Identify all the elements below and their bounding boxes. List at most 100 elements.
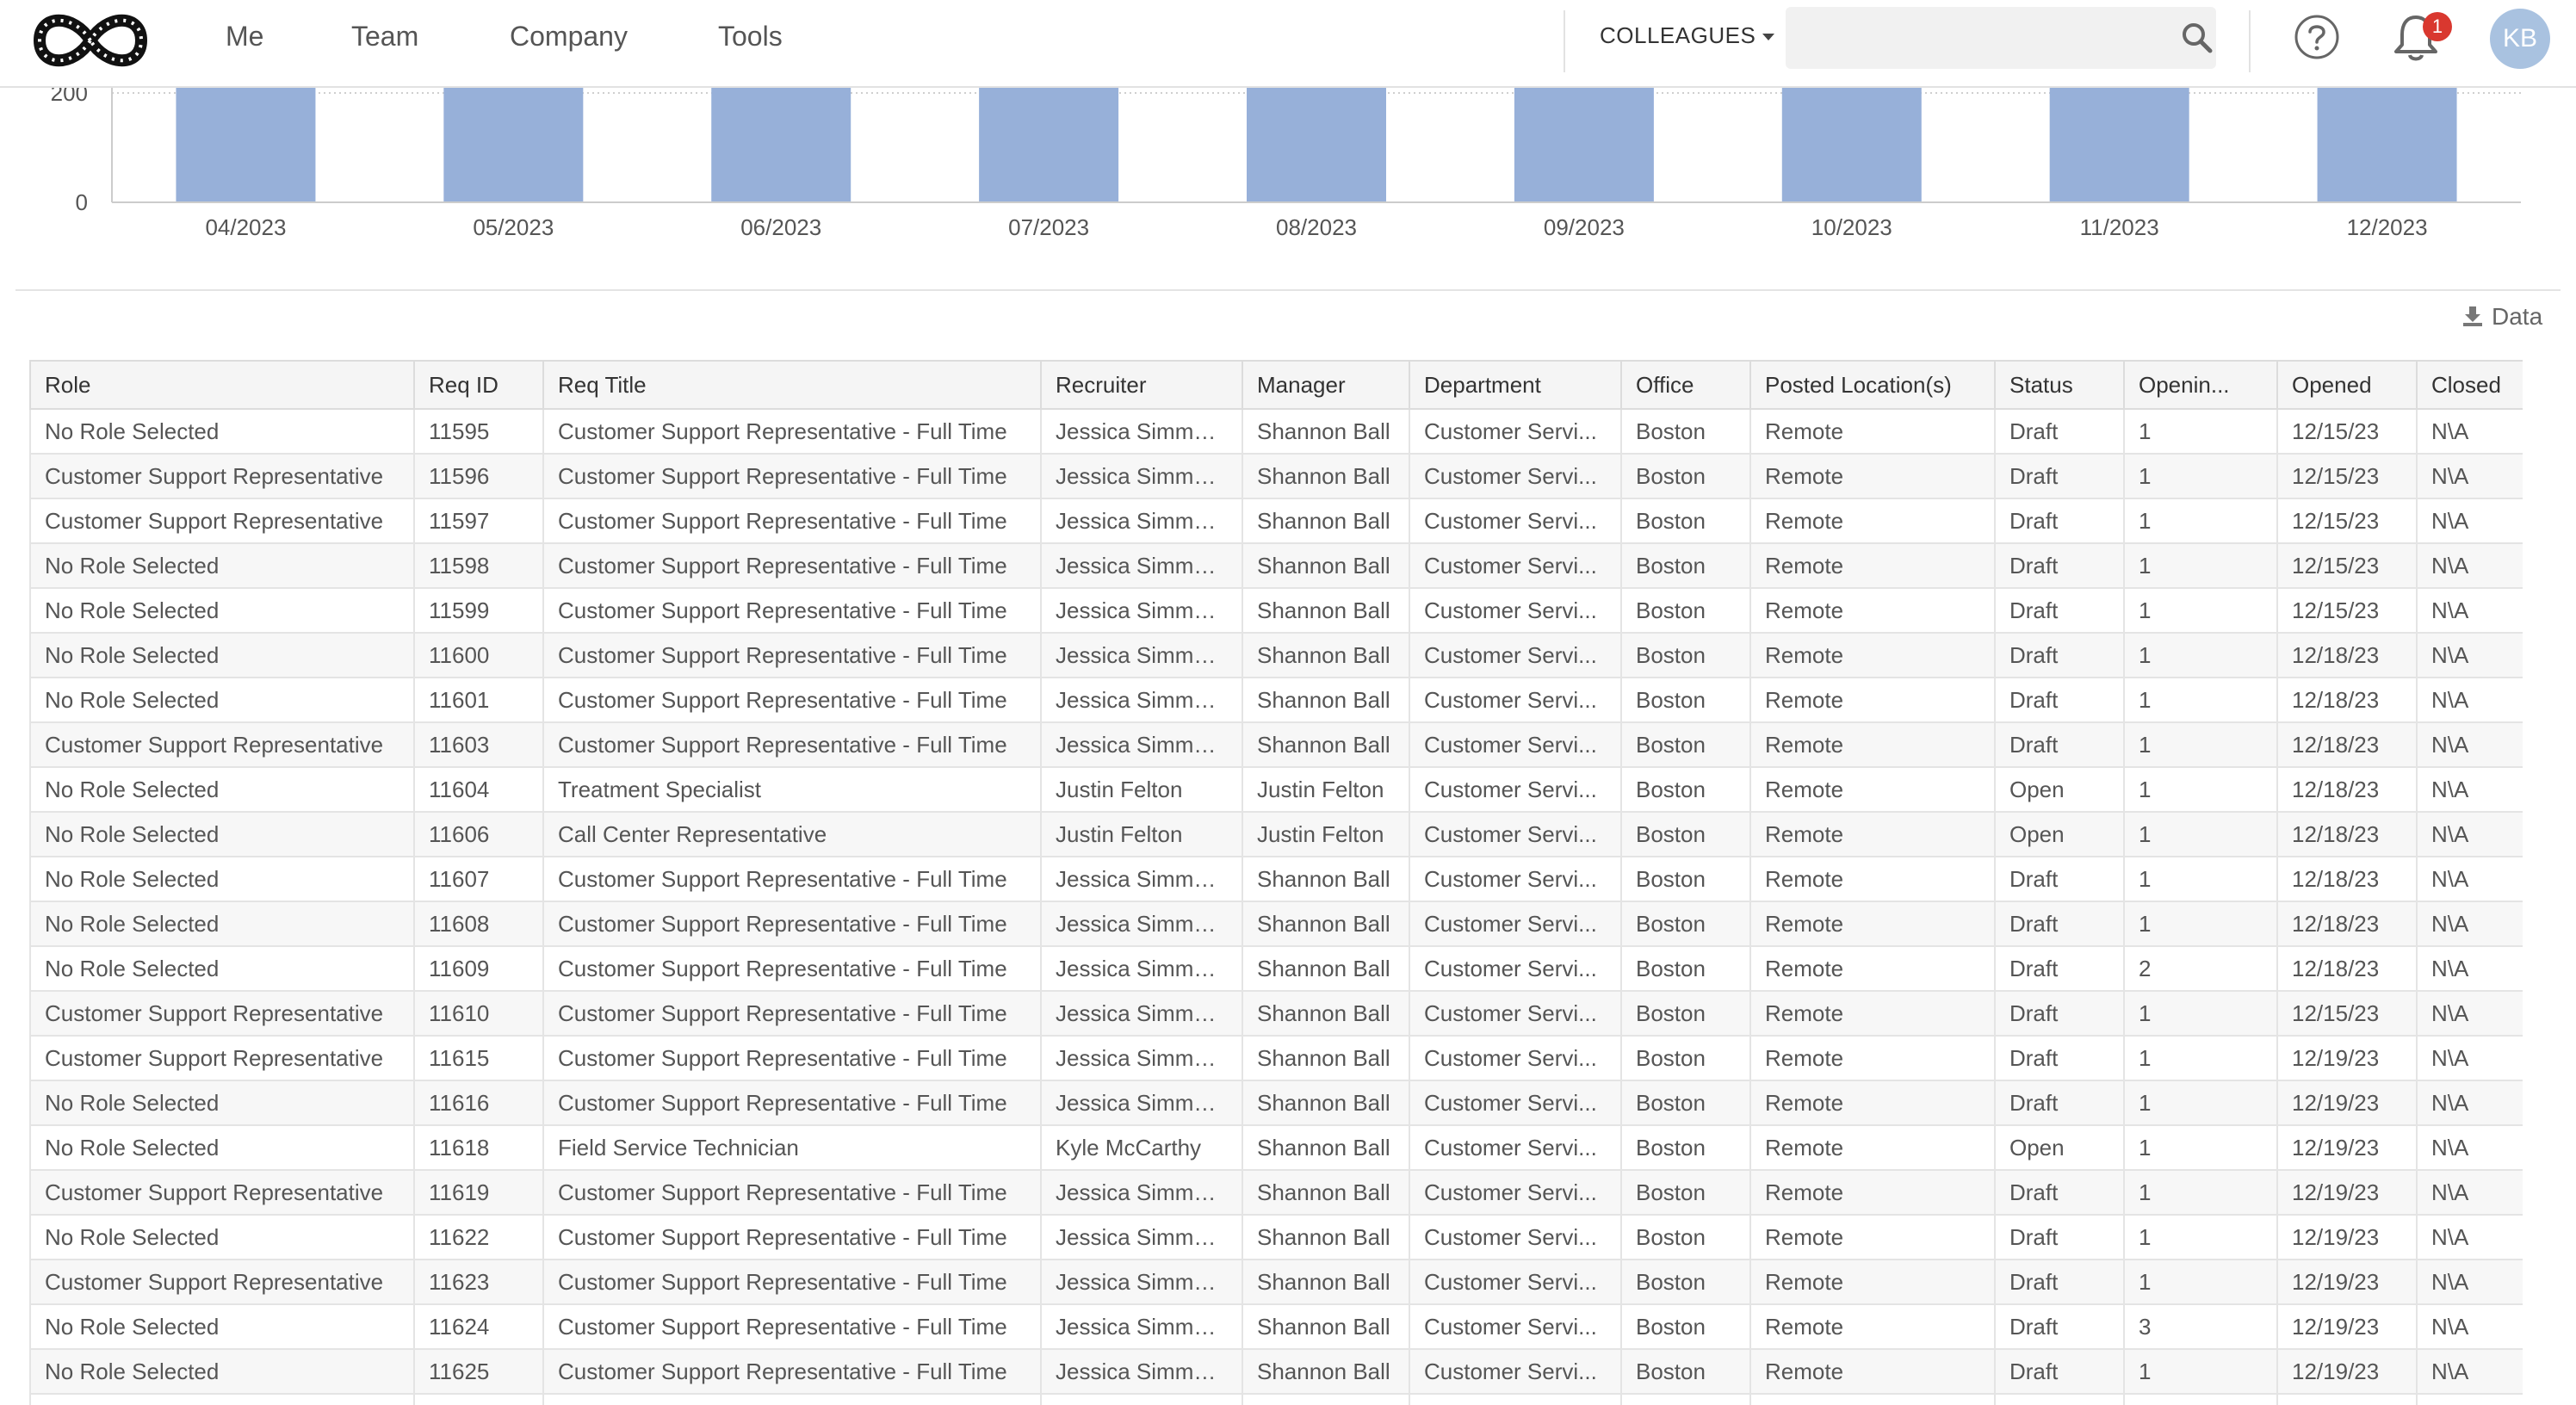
download-icon [2463, 306, 2482, 326]
table-row[interactable]: Customer Support Representative 11603 Cust… [29, 722, 2523, 768]
column-header[interactable]: Department [1409, 360, 1622, 410]
table-row[interactable]: No Role Selected 11616 Customer Support Re… [29, 1080, 2523, 1126]
table-cell [2416, 1394, 2523, 1405]
chart-bar[interactable] [176, 86, 316, 202]
table-row[interactable]: Customer Support Representative 11615 Cust… [29, 1036, 2523, 1081]
table-row[interactable]: No Role Selected 11622 Customer Support Re… [29, 1215, 2523, 1260]
table-row[interactable]: No Role Selected 11600 Customer Support Re… [29, 633, 2523, 678]
chart-bar[interactable] [979, 86, 1119, 202]
table-cell: 11609 [413, 946, 544, 992]
nav-tools[interactable]: Tools [718, 21, 783, 53]
table-row[interactable]: No Role Selected 11599 Customer Support Re… [29, 588, 2523, 634]
table-cell: Customer Servi... [1409, 454, 1622, 499]
column-header[interactable]: Closed [2416, 360, 2523, 410]
table-cell: 1 [2123, 1170, 2278, 1216]
table-cell: N\A [2416, 1304, 2523, 1350]
table-header-row: Role Req ID Req Title Recruiter Manager Depar… [29, 360, 2523, 410]
column-header[interactable]: Recruiter [1040, 360, 1243, 410]
avatar[interactable]: KB [2490, 9, 2550, 69]
nav-company[interactable]: Company [510, 21, 628, 53]
table-row[interactable]: Customer Support Representative 11596 Cust… [29, 454, 2523, 499]
column-header[interactable]: Status [1994, 360, 2125, 410]
table-cell: 11599 [413, 588, 544, 634]
table-row[interactable]: Customer Support Representative 11610 Cust… [29, 991, 2523, 1037]
x-tick-label: 11/2023 [2080, 214, 2159, 240]
infinity-leopard-logo[interactable] [29, 5, 152, 76]
chart-bar[interactable] [1247, 86, 1386, 202]
search-icon[interactable] [2180, 21, 2213, 53]
table-row[interactable]: No Role Selected 11609 Customer Support Re… [29, 946, 2523, 992]
table-cell: Jessica Simmons [1040, 454, 1243, 499]
table-cell: Jessica Simmons [1040, 722, 1243, 768]
table-row[interactable]: Customer Support Representative 11597 Cust… [29, 498, 2523, 544]
data-export-button[interactable]: Data [2461, 303, 2542, 331]
table-cell: Customer Support Representative - Full T… [542, 946, 1042, 992]
table-cell: Remote [1749, 543, 1996, 589]
table-cell: N\A [2416, 812, 2523, 857]
table-cell: 1 [2123, 1349, 2278, 1395]
help-circle-icon[interactable] [2294, 14, 2340, 60]
table-row[interactable]: No Role Selected 11601 Customer Support Re… [29, 678, 2523, 723]
column-header[interactable]: Manager [1242, 360, 1410, 410]
chart-bar[interactable] [1781, 86, 1922, 202]
table-cell: Remote [1749, 812, 1996, 857]
table-row[interactable]: No Role Selected 11608 Customer Support Re… [29, 901, 2523, 947]
table-row[interactable]: No Role Selected 11598 Customer Support Re… [29, 543, 2523, 589]
table-cell: 11625 [413, 1349, 544, 1395]
table-cell: 12/18/23 [2276, 857, 2418, 902]
column-header[interactable]: Req ID [413, 360, 544, 410]
table-cell: Jessica Simmons [1040, 1170, 1243, 1216]
search-input[interactable] [1786, 7, 2216, 69]
table-cell: Remote [1749, 409, 1996, 455]
table-cell: N\A [2416, 1260, 2523, 1305]
table-cell: Jessica Simmons [1040, 678, 1243, 723]
table-cell: Customer Servi... [1409, 1349, 1622, 1395]
table-cell: Draft [1994, 1036, 2125, 1081]
table-cell: Remote [1749, 1125, 1996, 1171]
table-row[interactable]: No Role Selected 11618 Field Service Techn… [29, 1125, 2523, 1171]
chart-bar[interactable] [443, 86, 584, 202]
table-row[interactable]: No Role Selected 11607 Customer Support Re… [29, 857, 2523, 902]
table-cell: N\A [2416, 454, 2523, 499]
column-header[interactable]: Openin... [2123, 360, 2278, 410]
colleagues-dropdown[interactable]: COLLEAGUES [1600, 22, 1775, 49]
column-header[interactable]: Req Title [542, 360, 1042, 410]
table-cell: 11607 [413, 857, 544, 902]
chart-bar[interactable] [711, 86, 851, 202]
nav-divider [2249, 10, 2251, 72]
chart-bar[interactable] [1514, 86, 1654, 202]
table-cell: 1 [2123, 1260, 2278, 1305]
table-row[interactable]: No Role Selected 11606 Call Center Represe… [29, 812, 2523, 857]
chart-bar[interactable] [2049, 86, 2189, 202]
table-cell: Justin Felton [1040, 767, 1243, 813]
table-row[interactable]: Customer Support Representative 11619 Cust… [29, 1170, 2523, 1216]
table-row[interactable]: No Role Selected 11604 Treatment Specialis… [29, 767, 2523, 813]
table-cell: Shannon Ball [1242, 633, 1410, 678]
table-cell: Justin Felton [1242, 767, 1410, 813]
table-cell: Jessica Simmons [1040, 1304, 1243, 1350]
table-row[interactable]: Customer Support Representative 11623 Cust… [29, 1260, 2523, 1305]
table-cell: Jessica Simmons [1040, 633, 1243, 678]
table-cell: Boston [1620, 946, 1751, 992]
column-header[interactable]: Office [1620, 360, 1751, 410]
table-cell: Customer Support Representative [29, 454, 415, 499]
nav-team[interactable]: Team [351, 21, 418, 53]
table-cell: 1 [2123, 588, 2278, 634]
table-cell: Jessica Simmons [1040, 1036, 1243, 1081]
table-cell: Customer Support Representative - Full T… [542, 1215, 1042, 1260]
table-cell: 12/18/23 [2276, 767, 2418, 813]
table-row[interactable]: No Role Selected 11624 Customer Support Re… [29, 1304, 2523, 1350]
table-row[interactable]: No Role Selected 11625 Customer Support Re… [29, 1349, 2523, 1395]
table-row[interactable] [29, 1394, 2523, 1405]
chart-bar[interactable] [2317, 86, 2457, 202]
table-cell: 11616 [413, 1080, 544, 1126]
table-cell: 11624 [413, 1304, 544, 1350]
column-header[interactable]: Opened [2276, 360, 2418, 410]
table-row[interactable]: No Role Selected 11595 Customer Support Re… [29, 409, 2523, 455]
column-header[interactable]: Role [29, 360, 415, 410]
notification-badge[interactable]: 1 [2423, 12, 2452, 41]
table-cell: 11601 [413, 678, 544, 723]
table-cell: Draft [1994, 409, 2125, 455]
nav-me[interactable]: Me [226, 21, 263, 53]
column-header[interactable]: Posted Location(s) [1749, 360, 1996, 410]
